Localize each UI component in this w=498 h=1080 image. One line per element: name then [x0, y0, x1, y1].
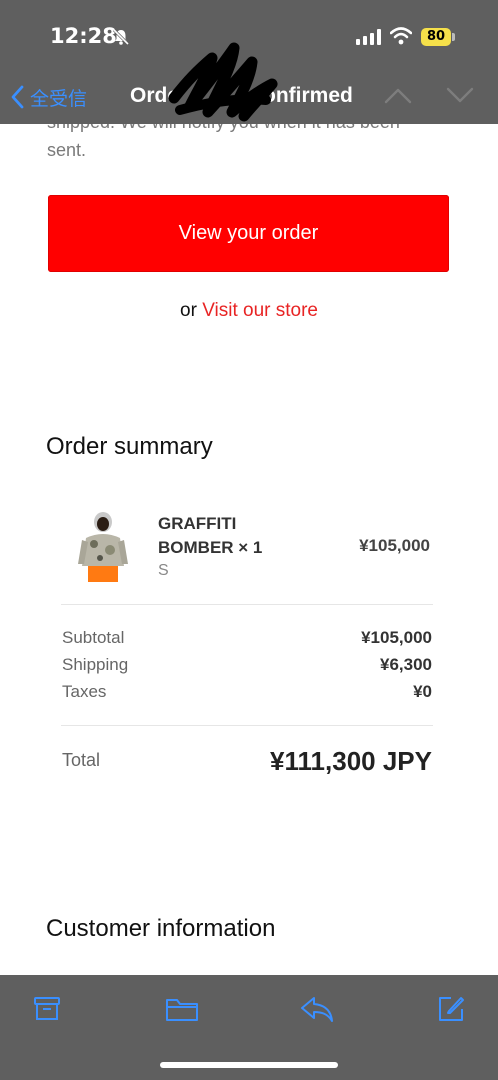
store-link-line: or Visit our store	[0, 300, 498, 322]
subtotal-value: ¥105,000	[361, 628, 432, 647]
home-indicator[interactable]	[160, 1062, 338, 1068]
product-thumbnail	[78, 510, 128, 586]
customer-info-title: Customer information	[46, 915, 276, 942]
shipping-label: Shipping	[62, 655, 129, 674]
chevron-up-icon[interactable]	[384, 86, 412, 104]
back-label: 全受信	[30, 88, 88, 110]
signal-icon	[356, 29, 381, 45]
total-label: Total	[62, 750, 101, 770]
folder-icon[interactable]	[165, 995, 199, 1023]
view-order-button[interactable]: View your order	[48, 195, 449, 272]
compose-icon[interactable]	[437, 995, 465, 1023]
divider	[61, 604, 433, 605]
taxes-value: ¥0	[413, 682, 432, 701]
chevron-left-icon	[11, 85, 24, 109]
or-text: or	[180, 300, 197, 321]
shipping-value: ¥6,300	[380, 655, 432, 674]
back-button[interactable]: 全受信	[10, 84, 87, 110]
battery-tip	[452, 33, 455, 41]
top-bar: 12:28 80 全受信 Orde onfirmed	[0, 0, 498, 124]
visit-store-link[interactable]: Visit our store	[202, 300, 318, 321]
total-value: ¥111,300 JPY	[270, 746, 432, 776]
subtotal-label: Subtotal	[62, 628, 125, 647]
item-name: GRAFFITI BOMBER × 1	[158, 514, 263, 557]
taxes-label: Taxes	[62, 682, 107, 701]
reply-icon[interactable]	[300, 995, 334, 1023]
bell-muted-icon	[112, 28, 130, 46]
wifi-icon	[390, 27, 412, 45]
divider	[61, 725, 433, 726]
archive-icon[interactable]	[33, 995, 61, 1023]
order-summary-title: Order summary	[46, 433, 213, 460]
redaction-scribble	[168, 42, 278, 122]
item-price: ¥105,000	[359, 536, 430, 555]
item-variant: S	[158, 562, 169, 579]
status-time: 12:28	[50, 24, 117, 48]
chevron-down-icon[interactable]	[446, 86, 474, 104]
battery-icon: 80	[421, 28, 451, 46]
